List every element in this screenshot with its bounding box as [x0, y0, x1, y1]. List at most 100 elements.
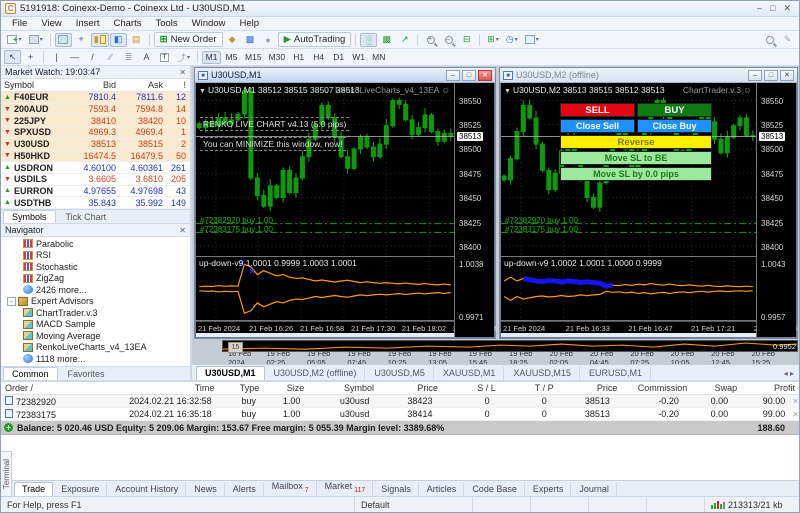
menu-item-help[interactable]: Help — [232, 17, 266, 30]
market-watch-row-USDTHB[interactable]: ▲USDTHB 35.84335.992149 — [1, 197, 190, 209]
autotrading-button[interactable]: ▶AutoTrading — [278, 32, 352, 47]
terminal-side-tab[interactable]: Terminal — [1, 451, 12, 497]
chart-tab-xauusd-m15[interactable]: XAUUSD,M15 — [504, 366, 580, 380]
profiles-button[interactable]: ▾ — [26, 33, 46, 47]
new-chart-button[interactable]: +▾ — [4, 33, 25, 47]
indicators-button[interactable]: ⊞▾ — [484, 33, 502, 47]
market-watch-close-icon[interactable]: ✕ — [179, 68, 186, 77]
navigator-toggle-button[interactable]: ◧ — [110, 33, 127, 47]
close-buy-button[interactable]: Close Buy — [637, 119, 712, 133]
minimize-icon[interactable]: – — [757, 3, 762, 14]
metaeditor-button[interactable]: ◆ — [224, 33, 241, 47]
navigator-item-2426-more-[interactable]: 2426 more... — [1, 284, 190, 296]
chart-close-icon[interactable]: ✕ — [780, 70, 794, 81]
terminal-tab-experts[interactable]: Experts — [525, 482, 572, 496]
chart-window-1[interactable]: ■ U30USD,M2 (offline) – □ ✕ ▼U30USD,M2 3… — [499, 67, 798, 339]
terminal-tab-journal[interactable]: Journal — [571, 482, 617, 496]
close-order-icon[interactable]: ✕ — [789, 410, 799, 419]
navigator-item-stochastic[interactable]: Stochastic — [1, 261, 190, 273]
terminal-tab-exposure[interactable]: Exposure — [53, 482, 107, 496]
search-icon[interactable] — [761, 33, 778, 47]
chart-tab-xauusd-m1[interactable]: XAUUSD,M1 — [434, 366, 505, 380]
market-watch-row-SPXUSD[interactable]: ▼SPXUSD 4969.34969.41 — [1, 127, 190, 139]
navigator-item-parabolic[interactable]: Parabolic — [1, 238, 190, 250]
navigator-item-charttrader-v-3[interactable]: ChartTrader.v.3 — [1, 307, 190, 319]
chart-minimize-icon[interactable]: – — [446, 70, 460, 81]
chart-tab-u30usd-m5[interactable]: U30USD,M5 — [365, 366, 434, 380]
candlestick-button[interactable]: ▩ — [378, 33, 395, 47]
menu-item-insert[interactable]: Insert — [69, 17, 107, 30]
terminal-tab-mailbox[interactable]: Mailbox 7 — [264, 479, 317, 496]
buy-button[interactable]: BUY — [637, 103, 712, 117]
market-watch-header[interactable]: Market Watch: 19:03:47 ✕ — [1, 66, 190, 79]
crosshair-button[interactable]: + — [22, 50, 39, 64]
chart-shift-button[interactable] — [55, 33, 72, 47]
vertical-line-button[interactable]: | — [48, 50, 65, 64]
fibonacci-button[interactable]: ≣ — [120, 50, 137, 64]
timeframe-MN[interactable]: MN — [369, 51, 388, 64]
text-label-button[interactable]: T — [156, 50, 173, 64]
navigator-item-moving-average[interactable]: Moving Average — [1, 330, 190, 342]
timeframe-H4[interactable]: H4 — [309, 51, 328, 64]
cursor-button[interactable]: ↖ — [4, 50, 21, 64]
market-watch-toggle-button[interactable]: ▮ — [91, 33, 109, 47]
templates-button[interactable]: ▾ — [522, 33, 542, 47]
navigator-tab-common[interactable]: Common — [3, 367, 58, 380]
menu-item-window[interactable]: Window — [185, 17, 233, 30]
indicator-pane[interactable]: up-down-v9 1.0002 1.0001 1.0000 0.9999 — [501, 257, 756, 321]
terminal-tab-market[interactable]: Market 117 — [317, 479, 374, 496]
chart-minimize-icon[interactable]: – — [748, 70, 762, 81]
chart-autoscroll-button[interactable]: ✦ — [73, 33, 90, 47]
order-row-72382920[interactable]: 723829202024.02.21 16:32:58buy1.00u30usd… — [1, 395, 799, 408]
indicator-pane[interactable]: ✕✕ up-down-v9 1.0001 0.9999 1.0003 1.000… — [196, 257, 454, 321]
chart-tab-eurusd-m1[interactable]: EURUSD,M1 — [580, 366, 651, 380]
navigator-header[interactable]: Navigator ✕ — [1, 224, 190, 237]
market-watch-row-USDRON[interactable]: ▲USDRON 4.601004.60361261 — [1, 162, 190, 174]
menu-item-tools[interactable]: Tools — [148, 17, 184, 30]
community-button[interactable]: ● — [260, 33, 277, 47]
terminal-tab-alerts[interactable]: Alerts — [225, 482, 264, 496]
price-chart-pane[interactable]: ▼U30USD,M2 38513 38515 38512 38513 Chart… — [501, 83, 756, 257]
reverse-button[interactable]: Reverse — [560, 135, 712, 149]
timeframe-M30[interactable]: M30 — [266, 51, 289, 64]
timeframe-M5[interactable]: M5 — [222, 51, 241, 64]
terminal-tab-code-base[interactable]: Code Base — [464, 482, 525, 496]
chart-window-titlebar[interactable]: ■ U30USD,M1 – □ ✕ — [195, 68, 495, 83]
market-watch-tab-symbols[interactable]: Symbols — [3, 210, 56, 223]
market-watch-row-225JPY[interactable]: ▼225JPY 384103842010 — [1, 115, 190, 127]
price-axis[interactable]: 38550385253850038475384503842538400 3851… — [454, 83, 494, 337]
chart-restore-icon[interactable]: □ — [462, 70, 476, 81]
chart-restore-icon[interactable]: □ — [764, 70, 778, 81]
text-button[interactable]: A — [138, 50, 155, 64]
terminal-tab-signals[interactable]: Signals — [373, 482, 419, 496]
tile-windows-button[interactable]: ⊟ — [458, 33, 475, 47]
close-icon[interactable]: ✕ — [783, 3, 791, 14]
price-chart-pane[interactable]: ▼U30USD,M1 38512 38515 38507 38513 Renko… — [196, 83, 454, 257]
chart-tab-u30usd-m2-offline-[interactable]: U30USD,M2 (offline) — [265, 366, 366, 380]
timeframe-M1[interactable]: M1 — [202, 51, 221, 64]
timeframe-M15[interactable]: M15 — [242, 51, 265, 64]
sell-button[interactable]: SELL — [560, 103, 635, 117]
horizontal-line-button[interactable]: — — [66, 50, 83, 64]
title-bar[interactable]: C 5191918: Coinexx-Demo - Coinexx Ltd - … — [1, 1, 799, 17]
navigator-item-macd-sample[interactable]: MACD Sample — [1, 319, 190, 331]
terminal-tab-news[interactable]: News — [186, 482, 225, 496]
chat-icon[interactable]: ✎ — [779, 33, 796, 47]
chart-window-0[interactable]: ■ U30USD,M1 – □ ✕ ▼U30USD,M1 38512 38515… — [194, 67, 496, 339]
minimized-window-fragment[interactable]: 15 — [228, 342, 243, 353]
navigator-item-zigzag[interactable]: ZigZag — [1, 273, 190, 285]
market-watch-row-F40EUR[interactable]: ▲F40EUR 7810.47811.612 — [1, 92, 190, 104]
timeframe-D1[interactable]: D1 — [329, 51, 348, 64]
trendline-button[interactable]: / — [84, 50, 101, 64]
market-watch-tab-tick-chart[interactable]: Tick Chart — [57, 210, 116, 223]
bar-chart-button[interactable]: ░ — [360, 33, 377, 47]
market-watch-row-200AUD[interactable]: ▼200AUD 7593.47594.814 — [1, 104, 190, 116]
line-chart-button[interactable]: ↗ — [396, 33, 413, 47]
navigator-item-rsi[interactable]: RSI — [1, 250, 190, 262]
navigator-item-expert-advisors[interactable]: -Expert Advisors — [1, 296, 190, 308]
menu-item-charts[interactable]: Charts — [107, 17, 149, 30]
order-row-72383175[interactable]: 723831752024.02.21 16:35:18buy1.00u30usd… — [1, 408, 799, 421]
close-order-icon[interactable]: ✕ — [789, 397, 799, 406]
chart-tab-u30usd-m1[interactable]: U30USD,M1 — [196, 366, 265, 380]
chart-window-titlebar[interactable]: ■ U30USD,M2 (offline) – □ ✕ — [500, 68, 797, 83]
